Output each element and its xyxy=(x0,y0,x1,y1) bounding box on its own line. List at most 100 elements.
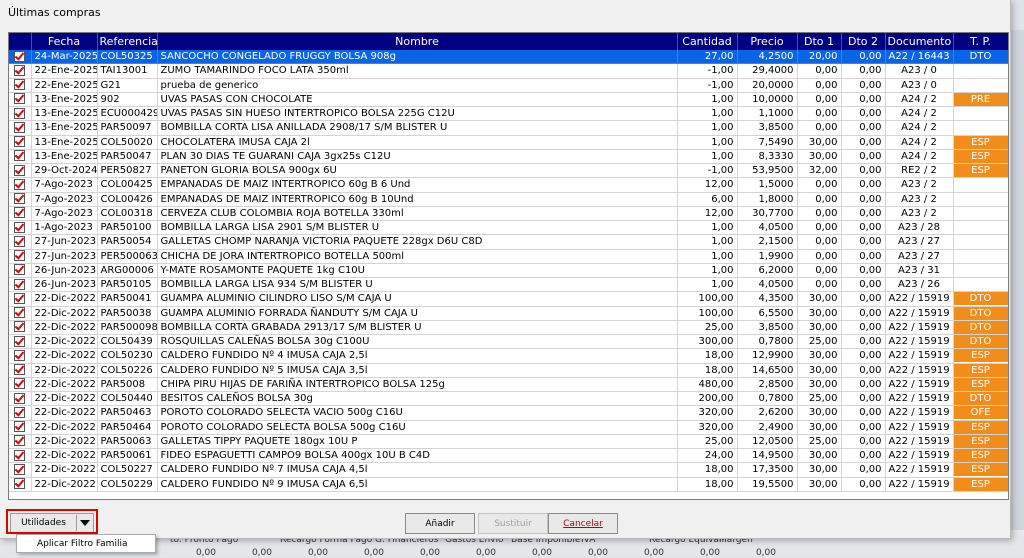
row-checkbox[interactable] xyxy=(9,405,32,421)
table-row[interactable]: 22-Dic-2022 COL50230 CALDERO FUNDIDO Nº 4 … xyxy=(9,348,1008,364)
checkbox-checked-icon[interactable] xyxy=(14,478,26,490)
col-referencia[interactable]: Referencia xyxy=(97,33,158,50)
row-checkbox[interactable] xyxy=(9,220,32,236)
table-row[interactable]: 22-Dic-2022 COL50227 CALDERO FUNDIDO Nº 7 … xyxy=(9,462,1008,478)
row-checkbox[interactable] xyxy=(9,120,32,136)
checkbox-checked-icon[interactable] xyxy=(14,335,26,347)
table-row[interactable]: 26-Jun-2023 ARG00006 Y-MATE ROSAMONTE PAQU… xyxy=(9,263,1008,279)
row-checkbox[interactable] xyxy=(9,334,32,350)
col-check[interactable] xyxy=(9,33,32,50)
table-row[interactable]: 7-Ago-2023 COL00318 CERVEZA CLUB COLOMBIA … xyxy=(9,206,1008,222)
row-checkbox[interactable] xyxy=(9,377,32,393)
checkbox-checked-icon[interactable] xyxy=(14,150,26,162)
table-row[interactable]: 22-Dic-2022 PAR50041 GUAMPA ALUMINIO CILIN… xyxy=(9,291,1008,307)
table-row[interactable]: 22-Dic-2022 COL50229 CALDERO FUNDIDO Nº 9 … xyxy=(9,477,1008,492)
table-row[interactable]: 24-Mar-2025 COL50325 SANCOCHO CONGELADO FR… xyxy=(9,50,1008,65)
table-row[interactable]: 26-Jun-2023 PAR50105 BOMBILLA LARGA LISA 9… xyxy=(9,277,1008,293)
table-row[interactable]: 13-Ene-2025 COL50020 CHOCOLATERA IMUSA CAJ… xyxy=(9,135,1008,150)
table-row[interactable]: 22-Dic-2022 PAR50038 GUAMPA ALUMINIO FORRA… xyxy=(9,306,1008,321)
row-checkbox[interactable] xyxy=(9,291,32,307)
row-checkbox[interactable] xyxy=(9,448,32,464)
checkbox-checked-icon[interactable] xyxy=(14,136,26,148)
row-checkbox[interactable] xyxy=(9,320,32,336)
row-checkbox[interactable] xyxy=(9,263,32,279)
row-checkbox[interactable] xyxy=(9,163,32,179)
col-precio[interactable]: Precio xyxy=(737,33,798,50)
row-checkbox[interactable] xyxy=(9,462,32,478)
row-checkbox[interactable] xyxy=(9,192,32,207)
row-checkbox[interactable] xyxy=(9,63,32,79)
row-checkbox[interactable] xyxy=(9,92,32,108)
row-checkbox[interactable] xyxy=(9,306,32,321)
chevron-down-icon[interactable] xyxy=(76,515,93,531)
table-row[interactable]: 27-Jun-2023 PAR50054 GALLETAS CHOMP NARANJ… xyxy=(9,234,1008,250)
checkbox-checked-icon[interactable] xyxy=(14,121,26,133)
row-checkbox[interactable] xyxy=(9,434,32,450)
col-dto2[interactable]: Dto 2 xyxy=(841,33,886,50)
col-dto1[interactable]: Dto 1 xyxy=(797,33,842,50)
sustituir-button[interactable]: Sustituir xyxy=(478,513,548,534)
checkbox-checked-icon[interactable] xyxy=(14,178,26,190)
table-row[interactable]: 22-Dic-2022 COL50226 CALDERO FUNDIDO Nº 5 … xyxy=(9,363,1008,378)
checkbox-checked-icon[interactable] xyxy=(14,364,26,376)
checkbox-checked-icon[interactable] xyxy=(14,349,26,361)
row-checkbox[interactable] xyxy=(9,363,32,378)
row-checkbox[interactable] xyxy=(9,106,32,122)
row-checkbox[interactable] xyxy=(9,177,32,193)
checkbox-checked-icon[interactable] xyxy=(14,278,26,290)
table-row[interactable]: 13-Ene-2025 PAR50097 BOMBILLA CORTA LISA A… xyxy=(9,120,1008,136)
checkbox-checked-icon[interactable] xyxy=(14,421,26,433)
table-row[interactable]: 13-Ene-2025 902 UVAS PASAS CON CHOCOLATE 1,… xyxy=(9,92,1008,108)
anadir-button[interactable]: Añadir xyxy=(405,513,475,534)
col-fecha[interactable]: Fecha xyxy=(31,33,98,50)
table-row[interactable]: 22-Ene-2025 TAI13001 ZUMO TAMARINDO FOCO L… xyxy=(9,63,1008,79)
row-checkbox[interactable] xyxy=(9,348,32,364)
checkbox-checked-icon[interactable] xyxy=(14,79,26,91)
col-cantidad[interactable]: Cantidad xyxy=(677,33,738,50)
cancelar-button[interactable]: Cancelar xyxy=(548,513,618,534)
menu-item-aplicar-filtro-familia[interactable]: Aplicar Filtro Familia xyxy=(37,539,127,549)
checkbox-checked-icon[interactable] xyxy=(14,406,26,418)
table-row[interactable]: 22-Dic-2022 PAR50464 POROTO COLORADO SELEC… xyxy=(9,420,1008,435)
row-checkbox[interactable] xyxy=(9,78,32,93)
checkbox-checked-icon[interactable] xyxy=(14,307,26,319)
checkbox-checked-icon[interactable] xyxy=(14,93,26,105)
table-row[interactable]: 22-Dic-2022 COL50440 BESITOS CALEÑOS BOLSA… xyxy=(9,391,1008,407)
row-checkbox[interactable] xyxy=(9,420,32,435)
table-row[interactable]: 22-Dic-2022 COL50439 ROSQUILLAS CALEÑAS BO… xyxy=(9,334,1008,350)
checkbox-checked-icon[interactable] xyxy=(14,321,26,333)
checkbox-checked-icon[interactable] xyxy=(14,392,26,404)
checkbox-checked-icon[interactable] xyxy=(14,292,26,304)
checkbox-checked-icon[interactable] xyxy=(14,207,26,219)
table-row[interactable]: 22-Ene-2025 G21 prueba de generico -1,00 20,… xyxy=(9,78,1008,93)
table-row[interactable]: 13-Ene-2025 PAR50047 PLAN 30 DIAS TE GUARA… xyxy=(9,149,1008,165)
row-checkbox[interactable] xyxy=(9,135,32,150)
table-row[interactable]: 22-Dic-2022 PAR50063 GALLETAS TIPPY PAQUET… xyxy=(9,434,1008,450)
checkbox-checked-icon[interactable] xyxy=(14,50,26,62)
table-row[interactable]: 13-Ene-2025 ECU000429 UVAS PASAS SIN HUESO… xyxy=(9,106,1008,122)
row-checkbox[interactable] xyxy=(9,234,32,250)
table-row[interactable]: 29-Oct-2024 PER50827 PANETON GLORIA BOLSA … xyxy=(9,163,1008,179)
checkbox-checked-icon[interactable] xyxy=(14,250,26,262)
checkbox-checked-icon[interactable] xyxy=(14,463,26,475)
checkbox-checked-icon[interactable] xyxy=(14,221,26,233)
table-row[interactable]: 1-Ago-2023 PAR50100 BOMBILLA LARGA LISA 29… xyxy=(9,220,1008,236)
checkbox-checked-icon[interactable] xyxy=(14,64,26,76)
table-row[interactable]: 22-Dic-2022 PAR500098 BOMBILLA CORTA GRABA… xyxy=(9,320,1008,336)
table-row[interactable]: 22-Dic-2022 PAR50463 POROTO COLORADO SELEC… xyxy=(9,405,1008,421)
table-row[interactable]: 7-Ago-2023 COL00425 EMPANADAS DE MAIZ INTE… xyxy=(9,177,1008,193)
checkbox-checked-icon[interactable] xyxy=(14,193,26,205)
checkbox-checked-icon[interactable] xyxy=(14,235,26,247)
checkbox-checked-icon[interactable] xyxy=(14,164,26,176)
checkbox-checked-icon[interactable] xyxy=(14,449,26,461)
row-checkbox[interactable] xyxy=(9,206,32,222)
checkbox-checked-icon[interactable] xyxy=(14,264,26,276)
table-row[interactable]: 7-Ago-2023 COL00426 EMPANADAS DE MAIZ INTE… xyxy=(9,192,1008,207)
row-checkbox[interactable] xyxy=(9,277,32,293)
checkbox-checked-icon[interactable] xyxy=(14,435,26,447)
col-documento[interactable]: Documento xyxy=(885,33,954,50)
row-checkbox[interactable] xyxy=(9,249,32,264)
col-nombre[interactable]: Nombre xyxy=(157,33,678,50)
row-checkbox[interactable] xyxy=(9,149,32,165)
row-checkbox[interactable] xyxy=(9,50,32,65)
